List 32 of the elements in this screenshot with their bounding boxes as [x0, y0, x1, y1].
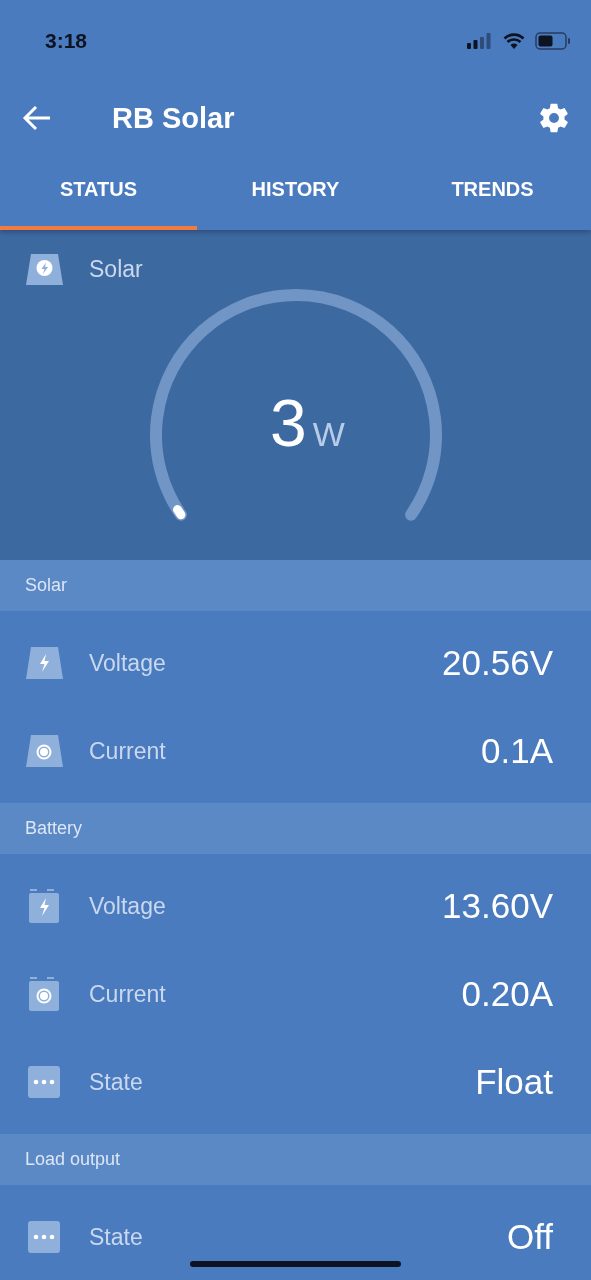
power-value: 3	[270, 385, 307, 461]
tab[interactable]: TRENDS	[394, 154, 591, 230]
row-value: Float	[475, 1062, 553, 1102]
tab[interactable]: HISTORY	[197, 154, 394, 230]
dots-icon	[26, 1066, 63, 1098]
back-button[interactable]	[22, 105, 52, 131]
row-value: 13.60V	[442, 886, 553, 926]
section-title: Battery	[25, 818, 83, 839]
section-title: Solar	[25, 575, 68, 596]
row-label: Voltage	[89, 649, 167, 677]
status-time: 3:18	[45, 29, 88, 53]
row-value: 0.20A	[461, 974, 553, 1014]
wifi-icon	[503, 33, 525, 49]
power-unit: W	[312, 415, 345, 454]
row-label: State	[89, 1223, 144, 1251]
section-title: Load output	[25, 1149, 121, 1170]
signal-icon	[467, 33, 493, 49]
row-value: 0.1A	[481, 731, 553, 771]
row-value: 20.56V	[442, 643, 553, 683]
row-label: Current	[89, 980, 167, 1008]
solar-panel-bolt-icon	[26, 254, 63, 285]
settings-button[interactable]	[537, 101, 571, 135]
page-title: RB Solar	[112, 101, 236, 135]
solar-panel-target-icon	[26, 735, 63, 767]
row-label: State	[89, 1068, 144, 1096]
gauge-label: Solar	[89, 256, 143, 283]
dots-icon	[26, 1221, 63, 1253]
row-value: Off	[506, 1217, 553, 1257]
row-label: Current	[89, 737, 167, 765]
battery-icon	[535, 32, 571, 50]
solar-panel-bolt-icon	[26, 647, 63, 679]
row-label: Voltage	[89, 892, 167, 920]
